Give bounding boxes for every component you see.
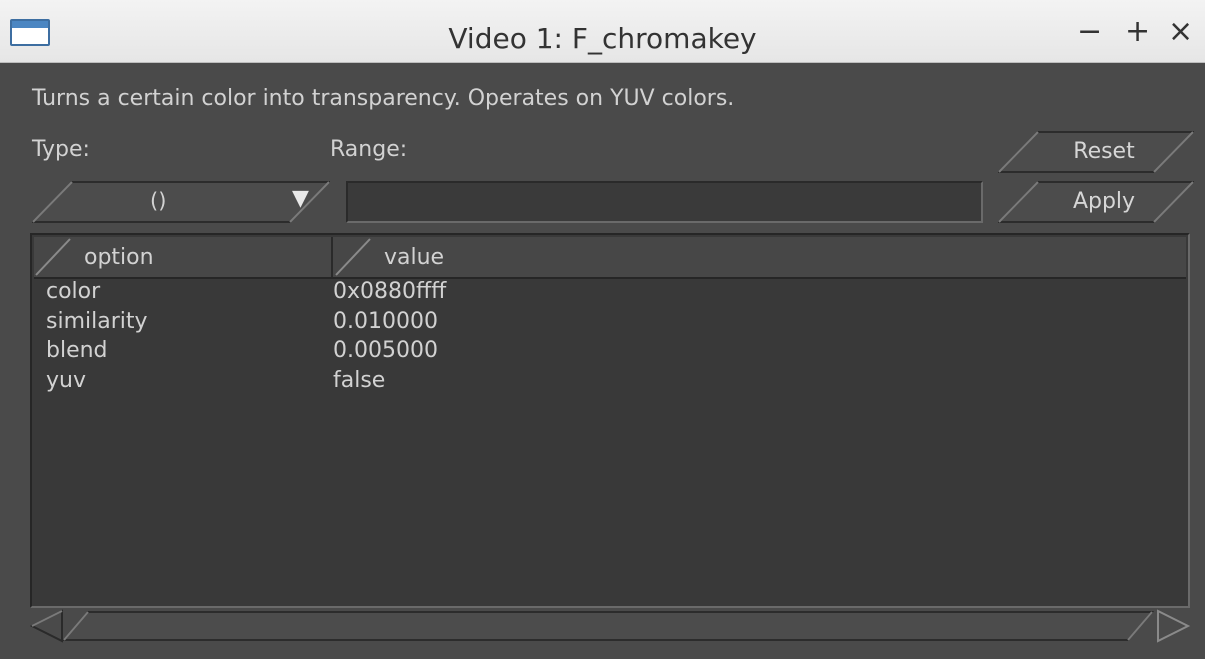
options-table: option value color 0x0880ffff similarity…: [30, 233, 1190, 608]
value-cell: false: [333, 368, 386, 393]
option-cell: color: [46, 279, 101, 304]
scroll-left-arrow-icon[interactable]: [30, 609, 63, 643]
dropdown-value: (): [150, 189, 167, 213]
table-row[interactable]: yuv false: [32, 368, 1188, 398]
column-header-value-label: value: [384, 245, 445, 270]
type-dropdown[interactable]: () ▼: [32, 181, 330, 223]
option-cell: blend: [46, 338, 108, 363]
range-input[interactable]: [346, 181, 983, 223]
apply-button[interactable]: Apply: [998, 181, 1194, 223]
scroll-right-arrow-icon[interactable]: [1157, 609, 1191, 643]
table-row[interactable]: similarity 0.010000: [32, 309, 1188, 339]
reset-button[interactable]: Reset: [998, 131, 1194, 173]
value-cell: 0x0880ffff: [333, 279, 447, 304]
filter-description: Turns a certain color into transparency.…: [32, 86, 735, 111]
column-header-frame: [35, 237, 333, 277]
title-bar: Video 1: F_chromakey − + ×: [0, 0, 1205, 63]
column-header-option-label: option: [84, 245, 154, 270]
horizontal-scrollbar[interactable]: [30, 607, 1192, 645]
column-header-value[interactable]: value: [334, 237, 1186, 277]
table-row[interactable]: color 0x0880ffff: [32, 279, 1188, 309]
column-header-frame: [335, 238, 371, 276]
window-title: Video 1: F_chromakey: [448, 22, 757, 55]
minimize-button[interactable]: −: [1077, 14, 1102, 50]
scrollbar-thumb[interactable]: [61, 611, 1155, 641]
option-cell: similarity: [46, 309, 148, 334]
maximize-button[interactable]: +: [1125, 14, 1150, 50]
option-cell: yuv: [46, 368, 86, 393]
value-cell: 0.010000: [333, 309, 438, 334]
apply-button-label: Apply: [1072, 189, 1136, 214]
reset-button-label: Reset: [1073, 139, 1135, 164]
column-header-option[interactable]: option: [34, 237, 334, 277]
type-label: Type:: [32, 137, 90, 162]
value-cell: 0.005000: [333, 338, 438, 363]
range-label: Range:: [330, 137, 408, 162]
dropdown-arrow-icon: ▼: [292, 186, 309, 211]
dropdown-frame: [32, 181, 330, 223]
scrollbar-frame: [30, 609, 1191, 643]
table-row[interactable]: blend 0.005000: [32, 338, 1188, 368]
table-header: option value: [34, 237, 1186, 279]
close-button[interactable]: ×: [1168, 14, 1193, 50]
